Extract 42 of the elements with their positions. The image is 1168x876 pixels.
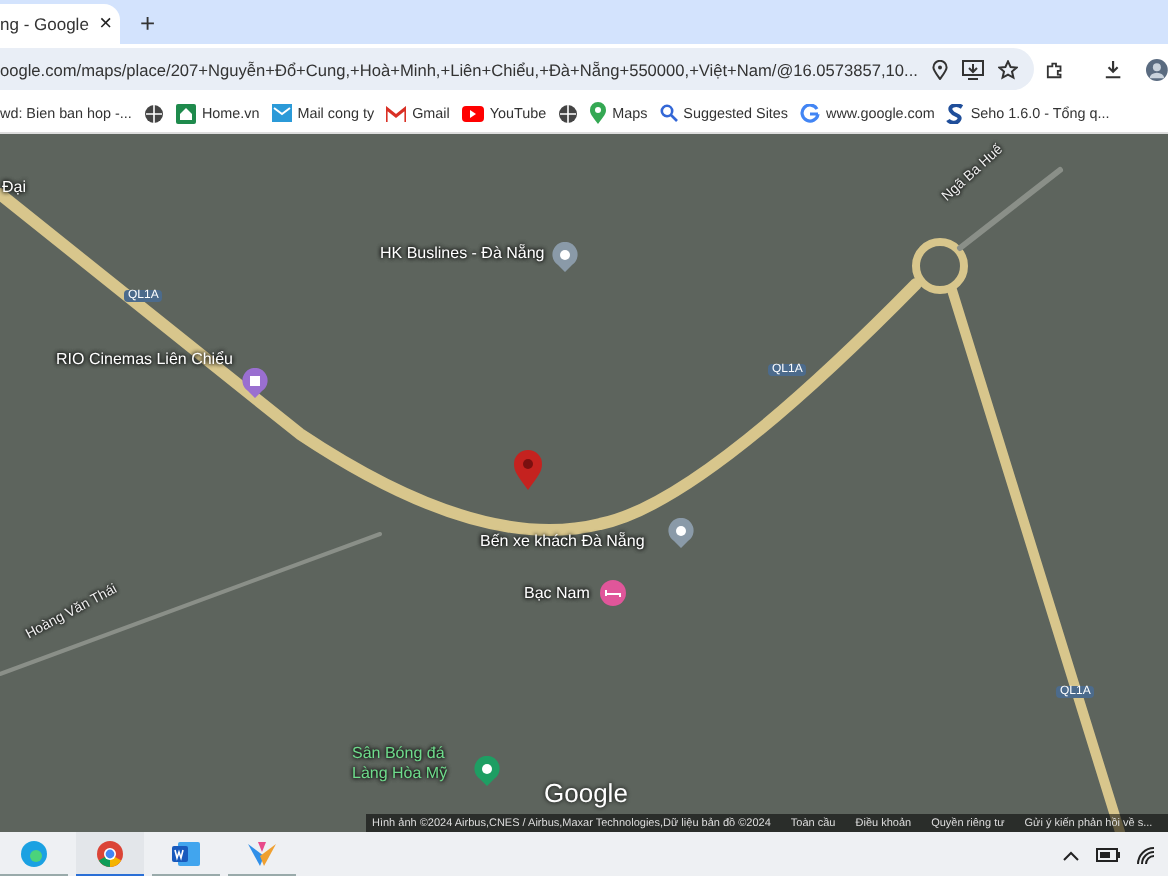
globe-icon <box>558 103 579 123</box>
google-icon <box>800 103 821 123</box>
tab-close-button[interactable]: × <box>99 12 112 36</box>
battery-icon[interactable] <box>1096 848 1120 862</box>
swirl-icon <box>20 839 48 867</box>
location-pin-icon[interactable] <box>931 59 948 79</box>
s-logo-icon <box>946 103 965 123</box>
place-label[interactable]: Bến xe khách Đà Nẵng <box>480 532 645 550</box>
address-bar[interactable]: oogle.com/maps/place/207+Nguyễn+Đổ+Cung,+Hoà+Minh,+Liên+Chiểu,+Đà+Nẵng+550000,+Việt+Nam/@16.0573857,10... <box>0 48 1034 90</box>
download-icon[interactable] <box>1104 59 1123 79</box>
chevron-up-icon[interactable] <box>1062 849 1080 861</box>
chrome-icon <box>96 839 124 867</box>
browser-tab[interactable]: ng - Google × <box>0 4 120 44</box>
globe-icon <box>143 103 164 123</box>
star-icon[interactable] <box>997 59 1018 79</box>
place-label[interactable]: HK Buslines - Đà Nẵng <box>380 244 545 262</box>
tab-title: ng - Google <box>0 14 89 34</box>
play-icon <box>461 105 484 121</box>
search-icon <box>659 104 678 122</box>
bookmark-icon[interactable] <box>143 103 164 123</box>
word-icon <box>172 839 200 867</box>
bed-marker-icon[interactable] <box>600 580 626 606</box>
place-label[interactable]: Đại <box>2 178 27 196</box>
avatar-icon[interactable] <box>1146 57 1168 81</box>
map-logo: Google <box>544 778 628 808</box>
place-marker-icon[interactable] <box>668 518 694 548</box>
bookmark-icon[interactable] <box>558 103 579 123</box>
new-tab-button[interactable]: + <box>140 8 156 38</box>
puzzle-icon[interactable] <box>1045 59 1065 79</box>
copilot-icon <box>246 839 278 867</box>
place-marker-icon[interactable] <box>552 242 578 272</box>
map-pin-icon <box>590 102 607 124</box>
gmail-icon <box>386 105 407 121</box>
install-app-icon[interactable] <box>961 59 984 79</box>
wifi-icon[interactable] <box>1136 845 1156 865</box>
taskbar-app-button[interactable] <box>76 832 144 876</box>
place-label[interactable]: Sân Bóng đá Làng Hòa Mỹ <box>352 744 468 784</box>
envelope-icon <box>271 104 292 122</box>
house-icon <box>175 103 196 123</box>
place-marker-icon[interactable] <box>474 756 500 786</box>
place-label[interactable]: Bạc Nam <box>524 584 590 602</box>
place-marker-icon[interactable] <box>242 368 268 398</box>
